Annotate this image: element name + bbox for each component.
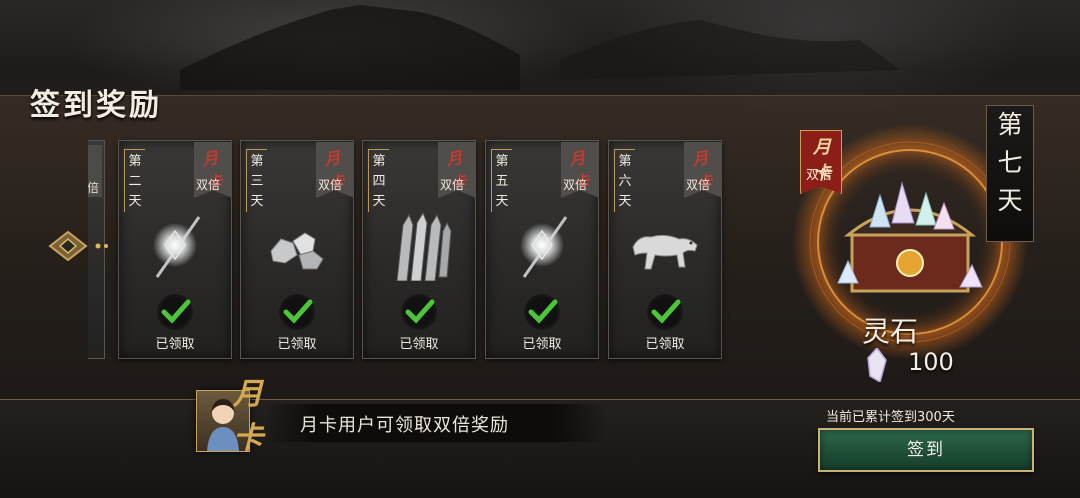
day7-char-1: 第 <box>997 110 1023 139</box>
page-title: 签到奖励 <box>30 88 162 123</box>
double-badge: 月卡 双倍 <box>316 142 354 198</box>
day-number: 三 <box>250 174 264 189</box>
claimed-check-icon <box>647 294 683 330</box>
double-badge: 月卡 双倍 <box>438 142 476 198</box>
diamond-ornament-icon <box>48 230 108 262</box>
spirit-stone-icon <box>867 348 887 382</box>
claimed-label: 已领取 <box>645 337 685 352</box>
orb-sword-icon <box>520 216 568 278</box>
claimed-label: 已领取 <box>155 337 195 352</box>
claimed-label: 已领取 <box>399 337 439 352</box>
double-badge: 月卡 双倍 <box>561 142 599 198</box>
white-leopard-icon <box>632 234 698 270</box>
day-label: 第 三 天 <box>246 149 267 212</box>
double-label: 双倍 <box>196 178 221 192</box>
day-card-4[interactable]: 第 四 天 月卡 双倍 已领取 <box>362 140 476 359</box>
double-label: 双倍 <box>806 168 833 183</box>
claimed-check-icon <box>401 294 437 330</box>
month-card-mark: 月卡 <box>233 377 263 456</box>
day-card-3[interactable]: 第 三 天 月卡 双倍 已领取 <box>240 140 354 359</box>
day-suffix: 天 <box>128 194 142 209</box>
month-card-avatar[interactable]: 月卡 <box>196 377 263 456</box>
flying-daggers-icon <box>396 211 452 281</box>
day-card-2[interactable]: 第 二 天 月卡 双倍 已领取 <box>118 140 232 359</box>
day-suffix: 天 <box>495 194 509 209</box>
day-suffix: 天 <box>372 194 386 209</box>
signin-button[interactable]: 签到 <box>818 428 1034 472</box>
day-suffix: 天 <box>250 194 264 209</box>
day-prefix: 第 <box>618 154 632 169</box>
claimed-label: 已领取 <box>522 337 562 352</box>
day-label: 第 六 天 <box>614 149 635 212</box>
day-prefix: 第 <box>495 154 509 169</box>
treasure-chest-icon <box>837 181 983 293</box>
claimed-check-icon <box>279 294 315 330</box>
day7-double-badge: 月卡 双倍 <box>800 130 842 194</box>
day7-char-3: 天 <box>997 186 1023 215</box>
double-label: 双倍 <box>440 178 465 192</box>
day-prefix: 第 <box>372 154 386 169</box>
day-prefix: 第 <box>250 154 264 169</box>
partial-double-badge: 倍 <box>88 145 102 197</box>
day-number: 五 <box>495 174 509 189</box>
double-label: 双倍 <box>563 178 588 192</box>
double-label: 双倍 <box>318 178 343 192</box>
month-card-hint: 月卡用户可领取双倍奖励 <box>300 415 509 436</box>
day-card-6[interactable]: 第 六 天 月卡 双倍 已领取 <box>608 140 722 359</box>
double-label: 双倍 <box>686 178 711 192</box>
claimed-check-icon <box>157 294 193 330</box>
day-label: 第 二 天 <box>124 149 145 212</box>
claimed-label: 已领取 <box>277 337 317 352</box>
day-number: 二 <box>128 174 142 189</box>
day-suffix: 天 <box>618 194 632 209</box>
day7-reward-count: 100 <box>908 348 954 376</box>
orb-sword-icon <box>153 216 201 278</box>
double-badge: 月卡 双倍 <box>684 142 722 198</box>
day7-char-2: 七 <box>997 148 1023 177</box>
double-badge: 月卡 双倍 <box>194 142 232 198</box>
temple-roof-silhouette <box>180 5 900 90</box>
silver-ore-icon <box>270 232 324 270</box>
partial-badge-label: 倍 <box>88 181 100 195</box>
day-label: 第 五 天 <box>491 149 512 212</box>
total-signin-count: 当前已累计签到300天 <box>826 410 955 425</box>
day7-reward-name: 灵石 <box>862 315 919 348</box>
day-number: 四 <box>372 174 386 189</box>
claimed-check-icon <box>524 294 560 330</box>
day-card-5[interactable]: 第 五 天 月卡 双倍 已领取 <box>485 140 599 359</box>
day7-label: 第 七 天 <box>986 105 1034 242</box>
day-prefix: 第 <box>128 154 142 169</box>
day-label: 第 四 天 <box>368 149 389 212</box>
day-number: 六 <box>618 174 632 189</box>
